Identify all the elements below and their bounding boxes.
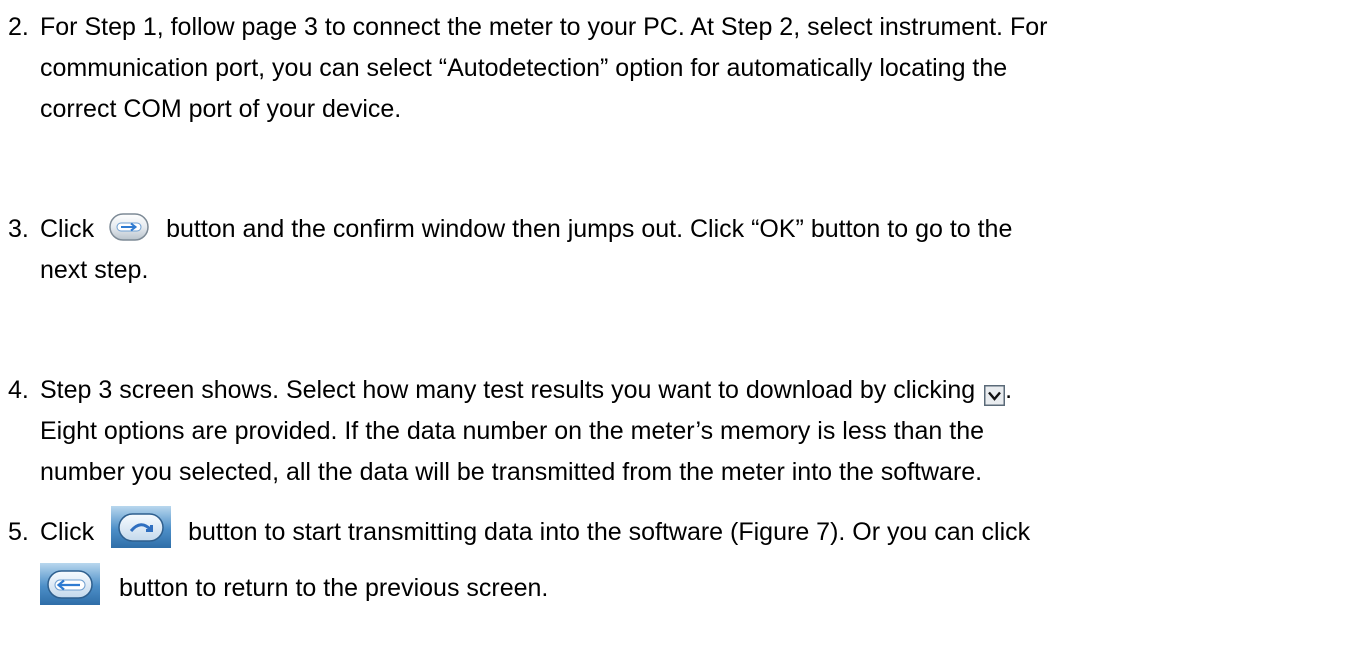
item-3-text-before-icon: Click: [40, 215, 95, 243]
list-item-5: 5. Click button to start transmitting da…: [8, 506, 1338, 611]
next-arrow-button-icon: [109, 213, 149, 242]
item-4-line-1: Step 3 screen shows. Select how many tes…: [8, 370, 1338, 411]
item-5-text-after-icon: button to start transmitting data into t…: [188, 518, 1031, 546]
list-item-3: 3. Click button and the confirm window t…: [8, 209, 1338, 291]
dropdown-arrow-icon: [984, 378, 1006, 406]
item-4-text-after-icon: .: [1005, 376, 1013, 404]
item-number: 2.: [8, 13, 29, 41]
item-2-line-3: correct COM port of your device.: [40, 95, 402, 123]
item-2-line-1: For Step 1, follow page 3 to connect the…: [40, 13, 1048, 41]
item-2-line-2: communication port, you can select “Auto…: [40, 54, 1008, 82]
list-item-2: 2. For Step 1, follow page 3 to connect …: [8, 7, 1338, 130]
item-3-line-1: Click button and the confirm window then…: [8, 209, 1338, 250]
list-item-4: 4. Step 3 screen shows. Select how many …: [8, 370, 1338, 493]
item-3-text-after-icon: button and the confirm window then jumps…: [166, 215, 1013, 243]
item-5-line-2: button to return to the previous screen.: [8, 554, 1338, 610]
item-number: 4.: [8, 376, 29, 404]
start-transmit-button-icon: [111, 506, 172, 549]
item-4-text-before-icon: Step 3 screen shows. Select how many tes…: [40, 376, 976, 404]
item-number: 3.: [8, 215, 29, 243]
item-5-text-before-icon: Click: [40, 518, 95, 546]
back-arrow-button-icon: [40, 562, 100, 605]
item-number: 5.: [8, 518, 29, 546]
item-4-line-2: Eight options are provided. If the data …: [40, 417, 985, 445]
item-5-text-after-back-icon: button to return to the previous screen.: [118, 574, 549, 603]
item-5-line-1: Click button to start transmitting data …: [8, 506, 1338, 554]
item-4-line-3: number you selected, all the data will b…: [40, 458, 983, 486]
item-3-line-2: next step.: [40, 256, 149, 284]
